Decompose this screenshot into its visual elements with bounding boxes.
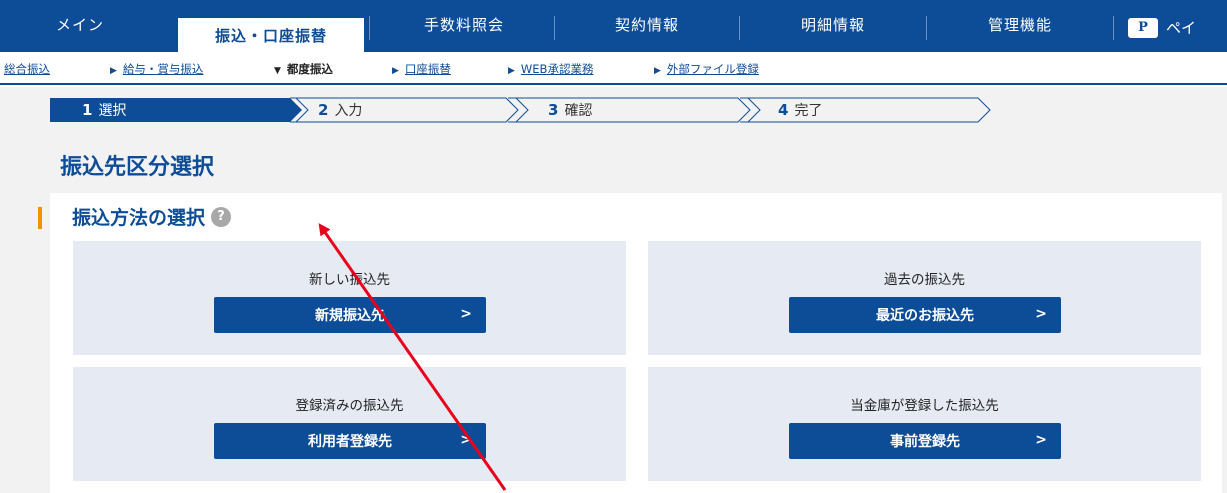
tab-admin[interactable]: 管理機能 <box>927 14 1113 52</box>
chevron-right-icon: > <box>460 432 472 448</box>
new-payee-button[interactable]: 新規振込先 > <box>214 297 486 333</box>
subnav-salary-transfer[interactable]: ▶ 給与・賞与振込 <box>110 61 203 77</box>
subnav-label: 口座振替 <box>404 62 451 76</box>
tab-main[interactable]: メイン <box>20 14 140 52</box>
screen: メイン 振込・口座振替 手数料照会 契約情報 明細情報 管理機能 P ペイ 総合… <box>0 0 1227 493</box>
step-number: 2 <box>318 101 329 119</box>
payeasy-label: ペイ <box>1166 19 1197 37</box>
subnav-label: 給与・賞与振込 <box>122 62 204 76</box>
subnav-single-transfer[interactable]: ▼ 都度振込 <box>274 61 333 77</box>
pre-registered-button[interactable]: 事前登録先 > <box>789 423 1061 459</box>
tab-fee-inquiry[interactable]: 手数料照会 <box>374 14 554 52</box>
step-number: 3 <box>548 101 559 119</box>
button-label: 利用者登録先 <box>308 434 392 450</box>
page-title: 振込先区分選択 <box>60 155 215 180</box>
button-label: 最近のお振込先 <box>876 308 974 324</box>
triangle-right-icon: ▶ <box>508 66 515 76</box>
step-outline-arrows <box>290 97 991 123</box>
payeasy-logo-text: P <box>1138 20 1148 35</box>
card-registered-payee: 登録済みの振込先 利用者登録先 > <box>73 367 626 481</box>
subnav-account-transfer[interactable]: ▶ 口座振替 <box>392 61 451 77</box>
user-registered-button[interactable]: 利用者登録先 > <box>214 423 486 459</box>
transfer-method-panel: 振込方法の選択 ? 新しい振込先 新規振込先 > 過去の振込先 最近のお振込先 … <box>38 193 1222 493</box>
sub-navigation: 総合振込 ▶ 給与・賞与振込 ▼ 都度振込 ▶ 口座振替 ▶ WEB承認業務 ▶ 外部ファ… <box>0 52 1227 85</box>
triangle-right-icon: ▶ <box>392 66 399 76</box>
triangle-right-icon: ▶ <box>110 66 117 76</box>
button-label: 新規振込先 <box>315 308 385 324</box>
card-bank-registered-payee: 当金庫が登録した振込先 事前登録先 > <box>648 367 1201 481</box>
card-past-payee: 過去の振込先 最近のお振込先 > <box>648 241 1201 355</box>
main-content: 1 選択 2 入力 3 確認 4 完了 振込先区分選択 振込方法の選択 ? 新し… <box>0 87 1227 493</box>
step-number: 4 <box>778 101 789 119</box>
card-title: 当金庫が登録した振込先 <box>850 398 999 414</box>
button-label: 事前登録先 <box>890 434 960 450</box>
step-label: 完了 <box>794 103 823 119</box>
subnav-sogo-furikomi[interactable]: 総合振込 <box>4 61 50 77</box>
step-4-complete: 4 完了 <box>778 98 822 122</box>
triangle-down-icon: ▼ <box>274 66 281 76</box>
card-new-payee: 新しい振込先 新規振込先 > <box>73 241 626 355</box>
top-navigation: メイン 振込・口座振替 手数料照会 契約情報 明細情報 管理機能 P ペイ <box>0 0 1227 52</box>
payeasy-logo-icon: P <box>1128 17 1158 38</box>
recent-payee-button[interactable]: 最近のお振込先 > <box>789 297 1061 333</box>
card-title: 過去の振込先 <box>884 272 965 288</box>
help-icon[interactable]: ? <box>211 206 232 227</box>
step-label: 入力 <box>334 103 363 119</box>
tab-contract-info[interactable]: 契約情報 <box>555 14 739 52</box>
subnav-label: WEB承認業務 <box>520 62 594 76</box>
step-3-confirm: 3 確認 <box>548 98 592 122</box>
tab-payeasy[interactable]: P ペイ <box>1128 17 1196 38</box>
subnav-label: 都度振込 <box>286 62 333 76</box>
card-title: 登録済みの振込先 <box>295 398 404 414</box>
tab-separator <box>1113 16 1114 40</box>
subnav-label: 外部ファイル登録 <box>666 62 759 76</box>
subnav-external-file[interactable]: ▶ 外部ファイル登録 <box>654 61 759 77</box>
triangle-right-icon: ▶ <box>654 66 661 76</box>
chevron-right-icon: > <box>1035 432 1047 448</box>
tab-transfer[interactable]: 振込・口座振替 <box>178 18 364 52</box>
card-title: 新しい振込先 <box>309 272 390 288</box>
subnav-web-approval[interactable]: ▶ WEB承認業務 <box>508 61 593 77</box>
tab-statement-info[interactable]: 明細情報 <box>740 14 926 52</box>
chevron-right-icon: > <box>460 306 472 322</box>
step-label: 確認 <box>564 103 593 119</box>
chevron-right-icon: > <box>1035 306 1047 322</box>
step-2-input: 2 入力 <box>318 98 362 122</box>
section-accent-bar <box>38 207 42 229</box>
section-header: 振込方法の選択 ? <box>72 203 232 230</box>
section-title: 振込方法の選択 <box>72 207 206 229</box>
tab-separator <box>369 16 370 40</box>
